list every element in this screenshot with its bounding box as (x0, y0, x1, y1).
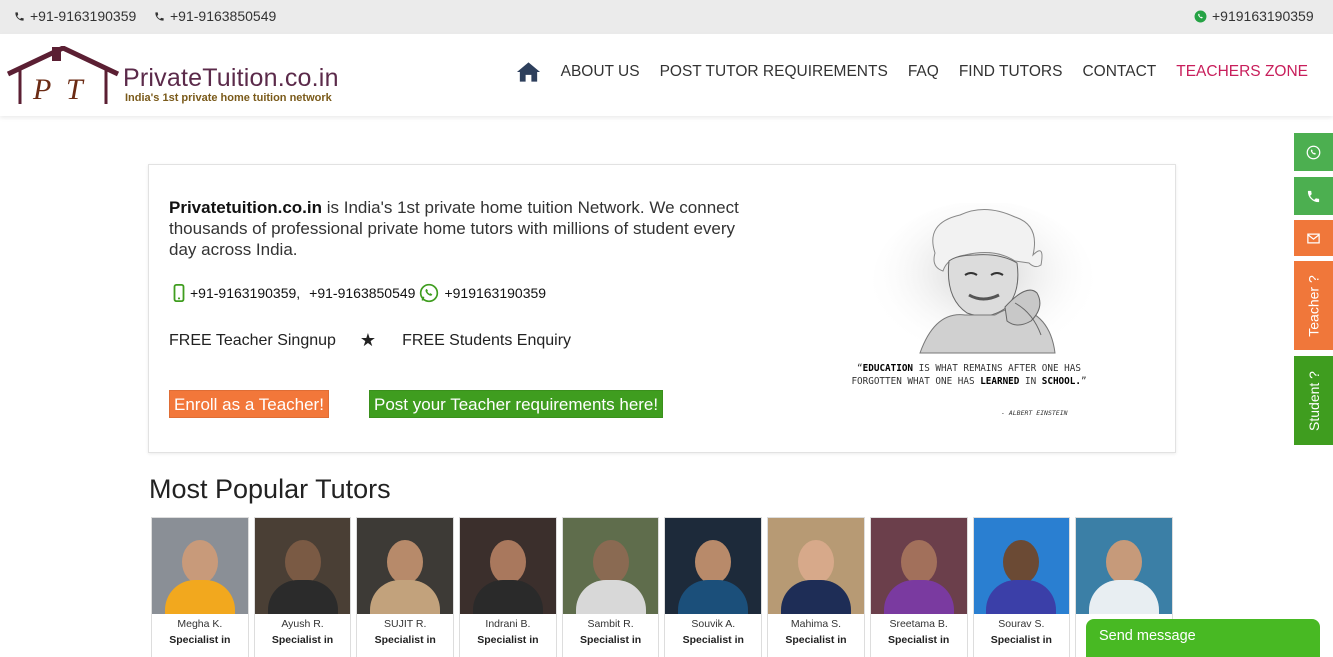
phone-icon (1307, 190, 1320, 202)
tutor-photo[interactable] (357, 518, 454, 614)
tutor-photo[interactable] (562, 518, 659, 614)
tutor-photo[interactable] (460, 518, 556, 614)
topbar-whatsapp-text: +919163190359 (1212, 8, 1314, 24)
tutor-specialty: Specialist in (785, 634, 847, 646)
brand-tagline: India's 1st private home tuition network (125, 92, 332, 104)
nav-teachers-zone[interactable]: TEACHERS ZONE (1176, 63, 1308, 81)
tutor-specialty: Specialist in (271, 634, 334, 646)
nav-faq[interactable]: FAQ (908, 63, 939, 81)
tutor-specialty: Specialist in (374, 634, 436, 646)
intro-whatsapp[interactable]: +919163190359 (444, 285, 546, 301)
intro-contacts: +91-9163190359, +91-9163850549 +91916319… (171, 283, 546, 303)
house-logo-icon: P T (6, 46, 120, 106)
tutor-card[interactable]: Sourav S. Specialist in (972, 517, 1071, 657)
quote-author: - ALBERT EINSTEIN (1001, 409, 1068, 417)
tutor-specialty: Specialist in (579, 634, 642, 646)
home-icon[interactable] (516, 61, 541, 83)
nav-about-us[interactable]: ABOUT US (561, 63, 640, 81)
brand-name: PrivateTuition.co.in (123, 64, 339, 92)
free-teacher-signup: FREE Teacher Singnup (169, 331, 336, 349)
tutor-name: Megha K. (177, 618, 223, 630)
tutor-specialty: Specialist in (990, 634, 1052, 646)
intro-phone-2[interactable]: +91-9163850549 (309, 285, 415, 301)
tutor-photo[interactable] (152, 518, 248, 614)
site-logo[interactable]: P T PrivateTuition.co.in India's 1st pri… (6, 46, 356, 108)
nav-post-tutor-requirements[interactable]: POST TUTOR REQUIREMENTS (660, 63, 888, 81)
topbar-phone-1-text: +91-9163190359 (30, 8, 137, 24)
popular-tutors-title: Most Popular Tutors (149, 474, 391, 504)
send-message-chat-button[interactable]: Send message (1086, 619, 1320, 657)
topbar-whatsapp[interactable]: +919163190359 (1194, 8, 1314, 24)
einstein-quote: “EDUCATION IS WHAT REMAINS AFTER ONE HAS… (851, 363, 1087, 387)
tutor-card[interactable]: Mahima S. Specialist in (767, 517, 865, 657)
tutor-photo[interactable] (1076, 518, 1172, 614)
svg-text:P: P (32, 73, 51, 106)
nav-contact[interactable]: CONTACT (1082, 63, 1156, 81)
tutor-specialty: Specialist in (477, 634, 539, 646)
tutor-card[interactable]: Indrani B. Specialist in (459, 517, 557, 657)
tutor-card[interactable]: Megha K. Specialist in (151, 517, 249, 657)
svg-text:T: T (66, 73, 85, 106)
tutor-list: Megha K. Specialist in Ayush R. Specialist … (151, 517, 1173, 657)
topbar-phone-1[interactable]: +91-9163190359 (14, 8, 136, 24)
intro-card: Privatetuition.co.in is India's 1st priv… (148, 164, 1176, 453)
tutor-photo[interactable] (973, 518, 1070, 614)
whatsapp-icon (1194, 10, 1207, 22)
quote-word-school: SCHOOL. (1041, 376, 1081, 387)
site-header: P T PrivateTuition.co.in India's 1st pri… (0, 34, 1333, 116)
tutor-photo[interactable] (870, 518, 967, 614)
free-students-enquiry: FREE Students Enquiry (402, 331, 572, 349)
side-whatsapp-button[interactable] (1294, 133, 1333, 171)
top-contact-bar: +91-9163190359 +91-9163850549 +919163190… (0, 0, 1333, 34)
tutor-name: Mahima S. (790, 618, 842, 630)
tutor-name: Ayush R. (281, 618, 324, 630)
whatsapp-icon (1306, 145, 1321, 159)
topbar-phone-2[interactable]: +91-9163850549 (154, 8, 276, 24)
tutor-name: Souvik A. (691, 618, 736, 630)
intro-phone-1[interactable]: +91-9163190359, (190, 285, 300, 301)
tutor-card[interactable]: Sambit R. Specialist in (561, 517, 660, 657)
whatsapp-icon (420, 283, 439, 303)
side-teacher-button[interactable]: Teacher ? (1294, 261, 1333, 350)
tutor-card[interactable]: Souvik A. Specialist in (664, 517, 763, 657)
side-student-button[interactable]: Student ? (1294, 356, 1333, 445)
tutor-name: Sambit R. (587, 618, 634, 630)
main-nav: ABOUT US POST TUTOR REQUIREMENTS FAQ FIN… (516, 61, 1308, 83)
quote-word-learned: LEARNED (980, 376, 1020, 387)
enroll-teacher-button[interactable]: Enroll as a Teacher! (169, 390, 329, 418)
post-requirements-button[interactable]: Post your Teacher requirements here! (369, 390, 664, 418)
tutor-name: Sourav S. (998, 618, 1045, 630)
phone-icon (15, 11, 24, 21)
side-phone-button[interactable] (1294, 177, 1333, 215)
mobile-phone-icon (173, 284, 185, 302)
quote-part-2: IN (1019, 376, 1042, 387)
tutor-name: Indrani B. (485, 618, 531, 630)
tutor-card[interactable]: Sreetama B. Specialist in (869, 517, 968, 657)
quote-word-education: EDUCATION (862, 363, 914, 374)
side-student-label: Student ? (1305, 370, 1322, 431)
tutor-specialty: Specialist in (169, 634, 231, 646)
star-icon: ★ (359, 330, 377, 350)
tutor-photo[interactable] (768, 518, 864, 614)
einstein-illustration (873, 203, 1093, 361)
tutor-photo[interactable] (665, 518, 762, 614)
nav-find-tutors[interactable]: FIND TUTORS (959, 63, 1063, 81)
side-teacher-label: Teacher ? (1305, 274, 1322, 337)
tutor-name: SUJIT R. (384, 618, 427, 630)
topbar-phone-2-text: +91-9163850549 (170, 8, 277, 24)
tutor-photo[interactable] (254, 518, 351, 614)
tutor-name: Sreetama B. (889, 618, 948, 630)
side-email-button[interactable] (1294, 220, 1333, 256)
tutor-card[interactable]: SUJIT R. Specialist in (356, 517, 455, 657)
free-offers: FREE Teacher Singnup ★ FREE Students Enq… (169, 330, 571, 351)
tutor-specialty: Specialist in (682, 634, 744, 646)
envelope-icon (1307, 233, 1320, 243)
intro-brand: Privatetuition.co.in (169, 198, 323, 217)
tutor-specialty: Specialist in (888, 634, 950, 646)
tutor-card[interactable]: Ayush R. Specialist in (253, 517, 352, 657)
intro-text: Privatetuition.co.in is India's 1st priv… (169, 197, 749, 260)
phone-icon (155, 11, 164, 21)
